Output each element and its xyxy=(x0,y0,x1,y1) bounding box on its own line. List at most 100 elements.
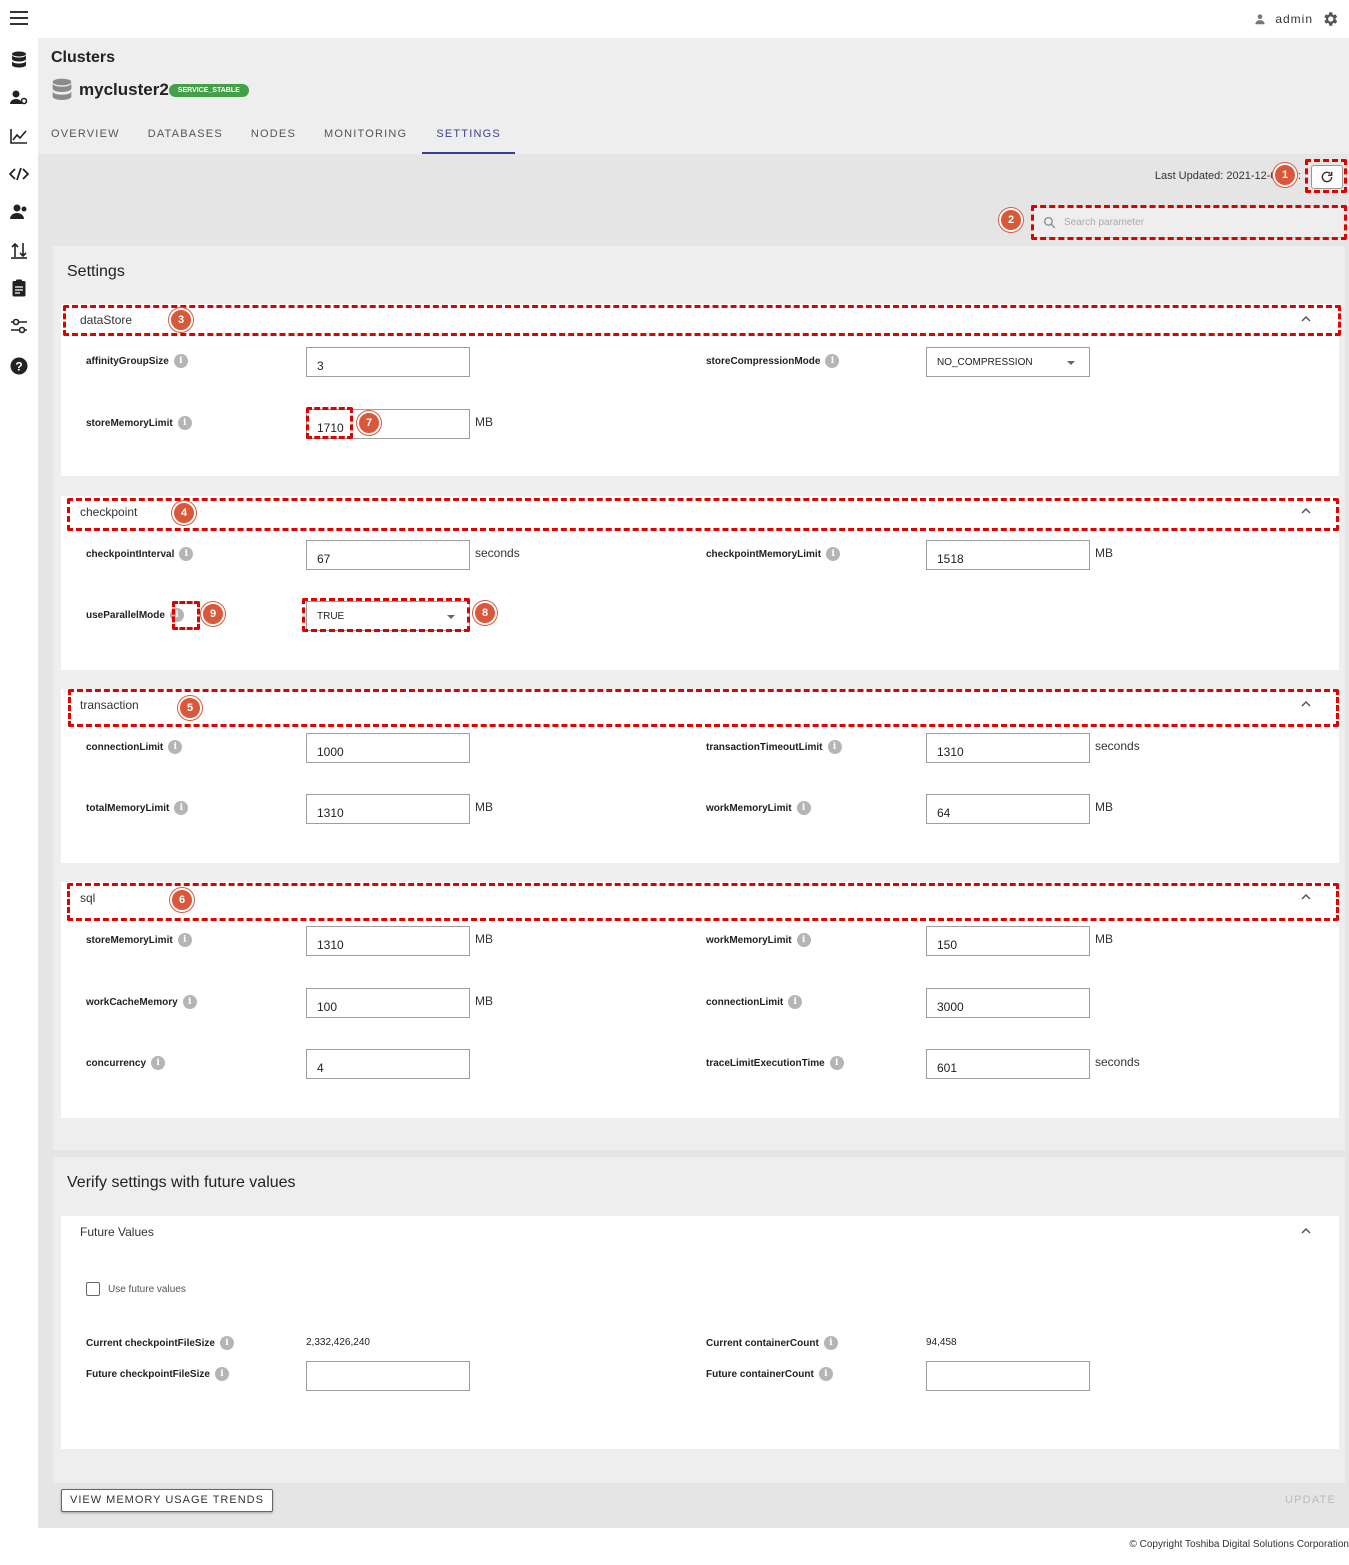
info-icon[interactable]: i xyxy=(796,801,811,815)
info-icon[interactable]: i xyxy=(219,1336,234,1350)
info-icon[interactable]: i xyxy=(179,547,194,561)
label-text: connectionLimit xyxy=(86,741,164,753)
tab-nodes[interactable]: NODES xyxy=(238,118,309,154)
cluster-name: mycluster2 xyxy=(79,80,169,99)
info-icon[interactable]: i xyxy=(825,354,840,368)
affinitygroupsize-input[interactable] xyxy=(306,347,470,377)
param-label: storeMemoryLimit i xyxy=(86,933,192,947)
info-icon[interactable]: i xyxy=(827,740,842,754)
info-icon[interactable]: i xyxy=(173,354,188,368)
settings-sliders-icon xyxy=(11,318,27,334)
label-text: workMemoryLimit xyxy=(706,802,792,814)
info-icon[interactable]: i xyxy=(788,995,803,1009)
param-label: workMemoryLimit i xyxy=(706,801,811,815)
label-text: connectionLimit xyxy=(706,996,784,1008)
workcachememory-input[interactable] xyxy=(306,988,470,1018)
use-future-values-row[interactable]: Use future values xyxy=(86,1282,186,1296)
param-label: storeCompressionMode i xyxy=(706,354,840,368)
param-label: concurrency i xyxy=(86,1056,166,1070)
tracelimitexecutiontime-input[interactable] xyxy=(926,1049,1090,1079)
highlight-checkpoint xyxy=(67,498,1339,531)
concurrency-input[interactable] xyxy=(306,1049,470,1079)
cluster-name-row: mycluster2 SERVICE_STABLE xyxy=(51,78,249,102)
sql-workmemorylimit-input[interactable] xyxy=(926,926,1090,956)
info-icon[interactable]: i xyxy=(796,933,811,947)
info-icon[interactable]: i xyxy=(174,801,189,815)
select-value: NO_COMPRESSION xyxy=(937,357,1033,368)
label-text: checkpointMemoryLimit xyxy=(706,548,822,560)
info-icon[interactable]: i xyxy=(818,1367,833,1381)
transaction-workmemorylimit-input[interactable] xyxy=(926,794,1090,824)
totalmemorylimit-input[interactable] xyxy=(306,794,470,824)
label-text: storeMemoryLimit xyxy=(86,934,173,946)
unit-label: seconds xyxy=(1095,739,1140,753)
sidebar-item-logs[interactable] xyxy=(9,278,29,298)
checkpointinterval-input[interactable] xyxy=(306,540,470,570)
chevron-up-icon[interactable] xyxy=(1301,1226,1311,1236)
verify-title: Verify settings with future values xyxy=(67,1174,296,1191)
use-future-values-checkbox[interactable] xyxy=(86,1282,100,1296)
param-label: totalMemoryLimit i xyxy=(86,801,189,815)
tab-settings[interactable]: SETTINGS xyxy=(422,118,515,154)
unit-label: MB xyxy=(475,994,493,1008)
database-icon xyxy=(12,51,26,68)
user-area: admin xyxy=(1253,10,1339,28)
chart-icon xyxy=(10,129,27,144)
section-header-future-values[interactable]: Future Values xyxy=(61,1216,1339,1248)
section-name: Future Values xyxy=(80,1225,154,1239)
info-icon[interactable]: i xyxy=(182,995,197,1009)
update-button[interactable]: UPDATE xyxy=(1285,1494,1336,1506)
future-checkpoint-input[interactable] xyxy=(306,1361,470,1391)
help-icon: ? xyxy=(10,357,28,375)
info-icon[interactable]: i xyxy=(826,547,841,561)
checkpointmemorylimit-input[interactable] xyxy=(926,540,1090,570)
info-icon[interactable]: i xyxy=(177,416,192,430)
sidebar-item-help[interactable]: ? xyxy=(9,356,29,376)
param-label: Current checkpointFileSize i xyxy=(86,1336,234,1350)
menu-icon[interactable] xyxy=(10,11,28,27)
info-icon[interactable]: i xyxy=(214,1367,229,1381)
tab-bar: OVERVIEW DATABASES NODES MONITORING SETT… xyxy=(38,118,517,154)
clipboard-icon xyxy=(12,279,26,297)
future-container-input[interactable] xyxy=(926,1361,1090,1391)
sidebar-item-configuration[interactable] xyxy=(9,316,29,336)
info-icon[interactable]: i xyxy=(823,1336,838,1350)
sidebar-item-clusters[interactable] xyxy=(9,50,29,70)
info-icon[interactable]: i xyxy=(829,1056,844,1070)
highlight-search xyxy=(1031,205,1347,240)
main-area: Clusters mycluster2 SERVICE_STABLE OVERV… xyxy=(38,38,1349,1528)
sidebar-item-accounts[interactable] xyxy=(9,202,29,222)
sql-connectionlimit-input[interactable] xyxy=(926,988,1090,1018)
tab-databases[interactable]: DATABASES xyxy=(135,118,236,154)
highlight-sql xyxy=(67,883,1339,921)
param-label: workCacheMemory i xyxy=(86,995,197,1009)
view-memory-trends-button[interactable]: VIEW MEMORY USAGE TRENDS xyxy=(61,1489,273,1512)
callout-8: 8 xyxy=(473,601,497,625)
highlight-useparallelmode xyxy=(302,598,470,632)
sql-storememorylimit-input[interactable] xyxy=(306,926,470,956)
transfer-icon xyxy=(11,242,27,259)
info-icon[interactable]: i xyxy=(168,740,183,754)
info-icon[interactable]: i xyxy=(177,933,192,947)
label-text: transactionTimeoutLimit xyxy=(706,741,823,753)
verify-card: Verify settings with future values Futur… xyxy=(53,1157,1345,1483)
user-icon[interactable] xyxy=(1253,12,1267,26)
param-label: Future checkpointFileSize i xyxy=(86,1367,229,1381)
sidebar-item-import-export[interactable] xyxy=(9,240,29,260)
gear-icon[interactable] xyxy=(1321,10,1339,28)
label-text: Future containerCount xyxy=(706,1368,814,1380)
tab-overview[interactable]: OVERVIEW xyxy=(38,118,133,154)
param-label: connectionLimit i xyxy=(706,995,803,1009)
storecompressionmode-select[interactable]: NO_COMPRESSION xyxy=(926,347,1090,377)
transaction-connectionlimit-input[interactable] xyxy=(306,733,470,763)
callout-4: 4 xyxy=(172,501,196,525)
info-icon[interactable]: i xyxy=(151,1056,166,1070)
label-text: traceLimitExecutionTime xyxy=(706,1057,825,1069)
user-name[interactable]: admin xyxy=(1275,12,1313,26)
sidebar-item-monitoring[interactable] xyxy=(9,126,29,146)
sidebar-item-users[interactable] xyxy=(9,88,29,108)
label-text: checkpointInterval xyxy=(86,548,175,560)
transactiontimeoutlimit-input[interactable] xyxy=(926,733,1090,763)
tab-monitoring[interactable]: MONITORING xyxy=(311,118,420,154)
sidebar-item-sql[interactable] xyxy=(9,164,29,184)
